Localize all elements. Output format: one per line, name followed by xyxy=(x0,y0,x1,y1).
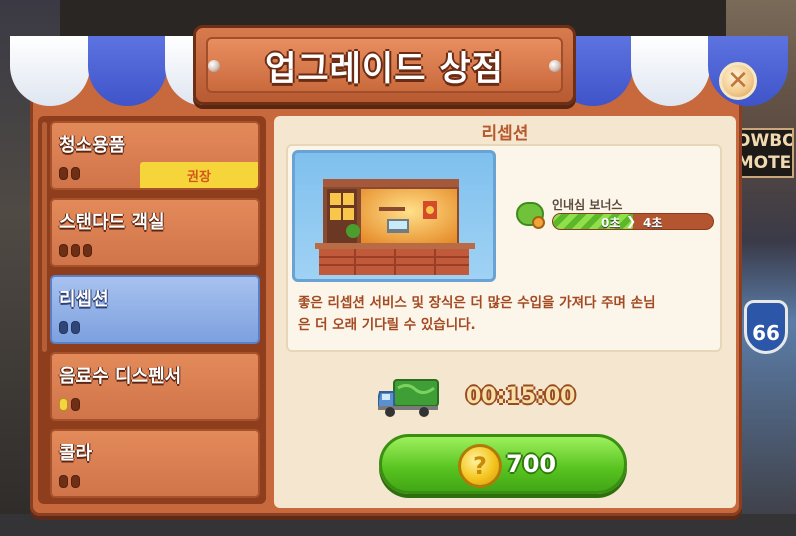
price-label: 700 xyxy=(506,450,557,478)
level-pips xyxy=(59,244,92,257)
list-item-drink-dispenser[interactable]: 음료수 디스펜서 xyxy=(50,352,260,421)
level-pips xyxy=(59,321,80,334)
recommended-badge: 권장 xyxy=(140,162,258,188)
bonus-from-value: 0초 xyxy=(601,216,621,230)
level-pips xyxy=(59,475,80,488)
bonus-progress-fill xyxy=(553,214,633,229)
reception-desk-icon xyxy=(315,179,475,275)
nail-icon xyxy=(208,60,220,72)
detail-title: 리셉션 xyxy=(481,124,529,144)
background-route-sign: 66 xyxy=(744,300,788,354)
item-label: 스탠다드 객실 xyxy=(59,212,165,233)
item-label: 리셉션 xyxy=(59,289,109,310)
list-item-cola[interactable]: 콜라 xyxy=(50,429,260,498)
list-item-reception[interactable]: 리셉션 xyxy=(50,275,260,344)
background-road xyxy=(0,514,796,536)
item-label: 청소용품 xyxy=(59,135,126,156)
bonus-to-value: 4초 xyxy=(643,216,663,230)
close-button[interactable]: ✕ xyxy=(719,62,757,100)
page-title: 업그레이드 상점 xyxy=(265,48,504,89)
arrow-right-icon: ❯ xyxy=(626,214,637,228)
background-motel-sign: OWBO MOTE xyxy=(734,128,794,178)
nail-icon xyxy=(549,60,561,72)
close-icon: ✕ xyxy=(727,66,749,96)
item-description: 좋은 리셉션 서비스 및 장식은 더 많은 수입을 가져다 주며 손님 은 더 … xyxy=(298,295,656,333)
bonus-label: 인내심 보너스 xyxy=(552,198,623,212)
title-plank: 업그레이드 상점 xyxy=(193,25,576,105)
clock-icon xyxy=(532,216,545,229)
bonus-progress-bar: 0초 ❯ 4초 xyxy=(552,213,714,230)
list-item-standard-room[interactable]: 스탠다드 객실 xyxy=(50,198,260,267)
delivery-truck-icon xyxy=(378,379,439,417)
level-pips xyxy=(59,167,80,180)
coin-icon: ? xyxy=(458,444,502,488)
list-scrollbar[interactable] xyxy=(42,122,47,352)
detail-card: 인내심 보너스 0초 ❯ 4초 좋은 리셉션 서비스 및 장식은 더 많은 수입… xyxy=(286,144,722,352)
buy-button[interactable]: ? 700 xyxy=(379,434,627,494)
upgrade-list[interactable]: 청소용품 권장 스탠다드 객실 리셉션 음료수 디스펜서 콜라 xyxy=(38,116,266,504)
detail-pane: 리셉션 인내심 보너스 0초 ❯ 4초 좋은 리셉션 서비스 및 장식은 더 많… xyxy=(274,116,736,508)
list-item-cleaning-supplies[interactable]: 청소용품 권장 xyxy=(50,121,260,190)
level-pips xyxy=(59,398,80,411)
item-label: 음료수 디스펜서 xyxy=(59,366,182,387)
delivery-timer: 00:15:00 xyxy=(466,384,576,409)
item-label: 콜라 xyxy=(59,443,93,464)
reception-illustration xyxy=(292,150,496,282)
